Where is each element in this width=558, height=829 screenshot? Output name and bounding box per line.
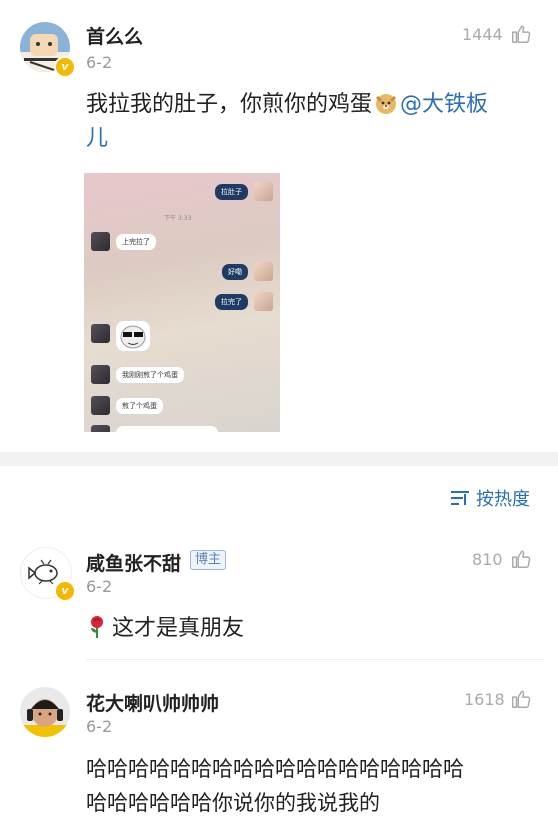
comment-text-line2: 哈哈哈哈哈哈你说你的我说我的 [86,791,380,815]
chat-bubble-right: 拉肚子 [215,184,248,200]
chat-avatar-right [254,262,273,281]
chat-avatar-left [91,396,110,415]
chat-bubble-right: 拉完了 [215,294,248,310]
sort-icon [451,491,469,505]
avatar[interactable] [20,687,70,737]
comment-text-block: 这才是真朋友 [86,612,546,646]
comment-author-name[interactable]: 花大喇叭帅帅帅 [86,689,219,716]
like-icon[interactable] [510,23,532,45]
sort-button[interactable]: 按热度 [450,485,530,511]
comment-text-block: 哈哈哈哈哈哈哈哈哈哈哈哈哈哈哈哈哈哈 哈哈哈哈哈哈你说你的我说我的 [86,752,546,820]
chat-avatar-left [91,232,110,251]
chat-avatar-left [91,365,110,384]
chat-avatar-left [91,324,110,343]
comment-author-name[interactable]: 咸鱼张不甜 [86,549,181,576]
verified-badge-icon: v [54,580,76,602]
chat-system-time: 下午 3:33 [164,215,192,222]
rose-icon [86,615,108,639]
post-like-count: 1444 [462,25,503,44]
post-date: 6-2 [86,53,113,72]
chat-avatar-right [254,182,273,201]
mention-link-continued[interactable]: 儿 [86,126,108,151]
person-avatar-icon [20,699,70,737]
comment-date: 6-2 [86,717,113,736]
sunglasses-sticker-icon [116,321,150,351]
chat-bubble-left [116,426,218,432]
mention-link[interactable]: @大铁板 [400,92,488,117]
doge-emoji-icon [374,91,398,115]
comment-date: 6-2 [86,577,113,596]
post-text-block: 我拉我的肚子，你煎你的鸡蛋 @大铁板儿 [86,88,546,156]
host-badge: 博主 [190,550,227,570]
comment-text: 这才是真朋友 [112,616,245,641]
comment-separator [86,659,544,660]
chat-bubble-left: 煎了个鸡蛋 [116,398,163,414]
section-divider [0,452,558,466]
verified-badge-icon: v [54,56,76,78]
chat-bubble-right: 好嘞 [222,264,248,280]
post-author-name[interactable]: 首么么 [86,22,143,49]
comment-like-count: 1618 [464,690,505,709]
chat-avatar-left [91,425,110,432]
chat-screenshot-image[interactable]: 拉肚子 下午 3:33 上完拉了 好嘞 拉完了 我刚刚煎了个鸡蛋 煎了个鸡蛋 [84,173,280,432]
comment-like-count: 810 [472,550,503,569]
chat-avatar-right [254,292,273,311]
like-icon[interactable] [510,548,532,570]
post-text: 我拉我的肚子，你煎你的鸡蛋 [86,92,373,117]
sort-label: 按热度 [476,489,530,510]
like-icon[interactable] [510,688,532,710]
chat-bubble-left: 我刚刚煎了个鸡蛋 [116,367,184,383]
chat-bubble-left: 上完拉了 [116,234,156,250]
comment-text-line1: 哈哈哈哈哈哈哈哈哈哈哈哈哈哈哈哈哈哈 [86,757,464,781]
